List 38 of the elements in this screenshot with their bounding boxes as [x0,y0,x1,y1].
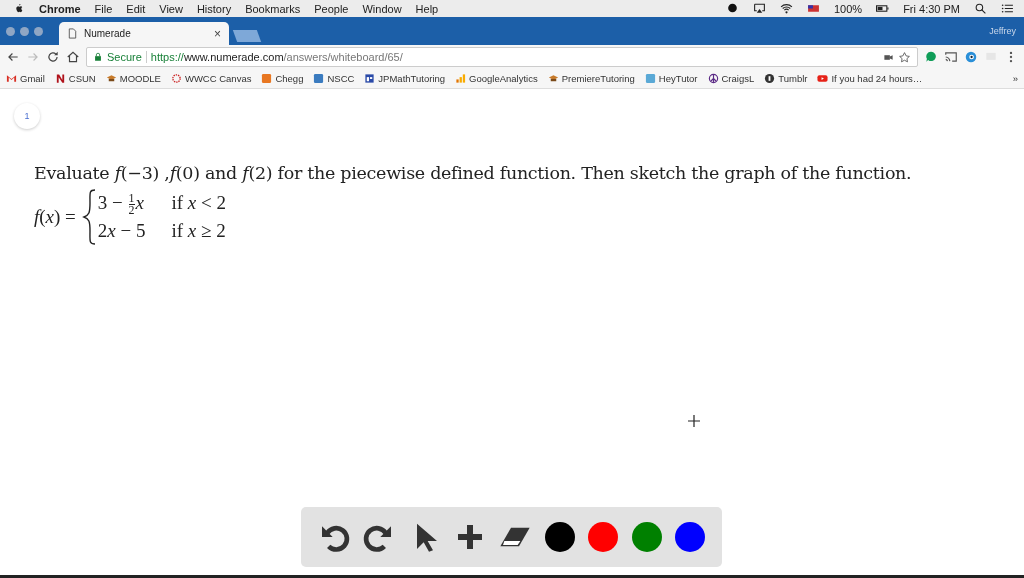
app-name[interactable]: Chrome [39,2,81,15]
menu-item[interactable]: File [94,2,113,15]
profile-name[interactable]: Jeffrey [989,26,1024,36]
secure-label: Secure [107,51,142,63]
bookmark[interactable]: If you had 24 hours… [817,73,923,84]
menu-item[interactable]: People [314,2,349,15]
case-condition: if x ≥ 2 [171,220,226,243]
clock: Fri 4:30 PM [903,2,960,15]
menu-item[interactable]: Help [415,2,439,15]
more-bookmarks-button[interactable]: » [1012,73,1018,84]
menu-item[interactable]: Edit [126,2,146,15]
bookmark[interactable]: Gmail [6,73,45,84]
browser-tab[interactable]: Numerade × [59,22,229,45]
address-bar[interactable]: Secure https://www.numerade.com/answers/whiteboard/65/ [86,47,918,67]
question-text: Evaluate f(−3) ,f(0) and f(2) for the piecewise defined function. Then sketch the graph of the function. [34,163,913,183]
bookmark[interactable]: WWCC Canvas [170,73,252,84]
menu-item[interactable]: View [159,2,183,15]
formula-lhs: f(x) = [34,206,76,228]
menu-item[interactable]: Window [362,2,402,15]
page-number[interactable]: 1 [14,103,40,129]
bookmark[interactable]: CraigsL [707,73,755,84]
bookmark[interactable]: NSCC [313,73,355,84]
bookmark[interactable]: GoogleAnalytics [455,73,538,84]
case-condition: if x < 2 [171,191,226,215]
url-text: https://www.numerade.com/answers/whiteboard/65/ [150,51,403,63]
bookmark[interactable]: HeyTutor [644,73,698,84]
menu-item[interactable]: History [196,2,232,15]
bookmark[interactable]: PremiereTutoring [547,73,635,84]
bookmark[interactable]: Tumblr [764,73,808,84]
bookmark[interactable]: JPMathTutoring [364,73,446,84]
battery-percent: 100% [834,2,863,15]
bookmark[interactable]: CSUN [54,73,96,84]
bookmark[interactable]: Chegg [261,73,304,84]
close-icon[interactable]: × [214,26,221,41]
menu-item[interactable]: Bookmarks [245,2,301,15]
case-expression: 2x − 5 [97,220,146,243]
tab-title: Numerade [84,28,132,39]
bookmark[interactable]: MOODLE [105,73,161,84]
